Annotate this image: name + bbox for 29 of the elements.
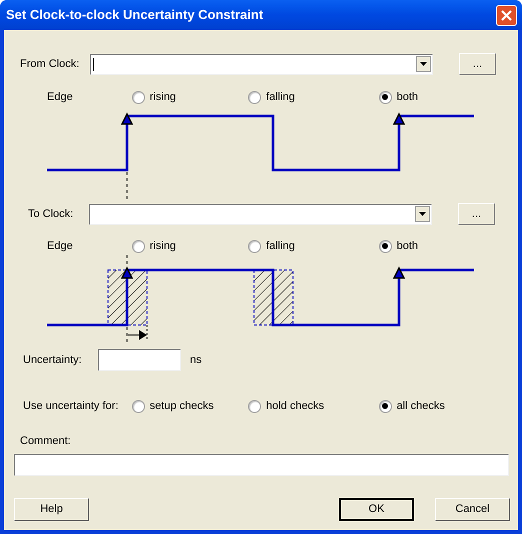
window-title: Set Clock-to-clock Uncertainty Constraint [6, 6, 264, 24]
radio-button[interactable]: falling [248, 88, 295, 106]
close-button[interactable] [496, 4, 517, 26]
dialog-button[interactable]: OK [339, 498, 414, 520]
unit-label: ns [190, 352, 202, 368]
edge-label: Edge [47, 90, 74, 105]
browse-button[interactable]: ... [458, 203, 495, 225]
dialog-button[interactable]: Cancel [435, 498, 510, 520]
clock-label: From Clock: [20, 56, 80, 72]
clock-label: To Clock: [28, 206, 74, 222]
close-icon [501, 10, 512, 20]
dialog-button[interactable]: Help [14, 498, 89, 520]
radio-button[interactable]: all checks [378, 398, 445, 414]
edge-label: Edge [47, 238, 74, 254]
radio-button[interactable]: both [378, 88, 418, 106]
uncertainty-label: Uncertainty: [23, 352, 83, 368]
clock-dropdown[interactable] [90, 54, 433, 74]
radio-button[interactable]: setup checks [132, 398, 214, 414]
radio-button[interactable]: rising [132, 88, 176, 106]
radio-button[interactable]: rising [132, 238, 176, 254]
radio-button[interactable]: falling [248, 238, 295, 254]
clock-dropdown[interactable] [89, 204, 432, 224]
radio-button[interactable]: hold checks [248, 398, 324, 414]
browse-button[interactable]: ... [459, 53, 496, 75]
comment-field[interactable] [14, 454, 509, 476]
comment-label: Comment: [20, 434, 72, 448]
radio-button[interactable]: both [378, 238, 418, 254]
edge-label: Use uncertainty for: [23, 398, 120, 414]
uncertainty-field[interactable] [98, 349, 181, 371]
